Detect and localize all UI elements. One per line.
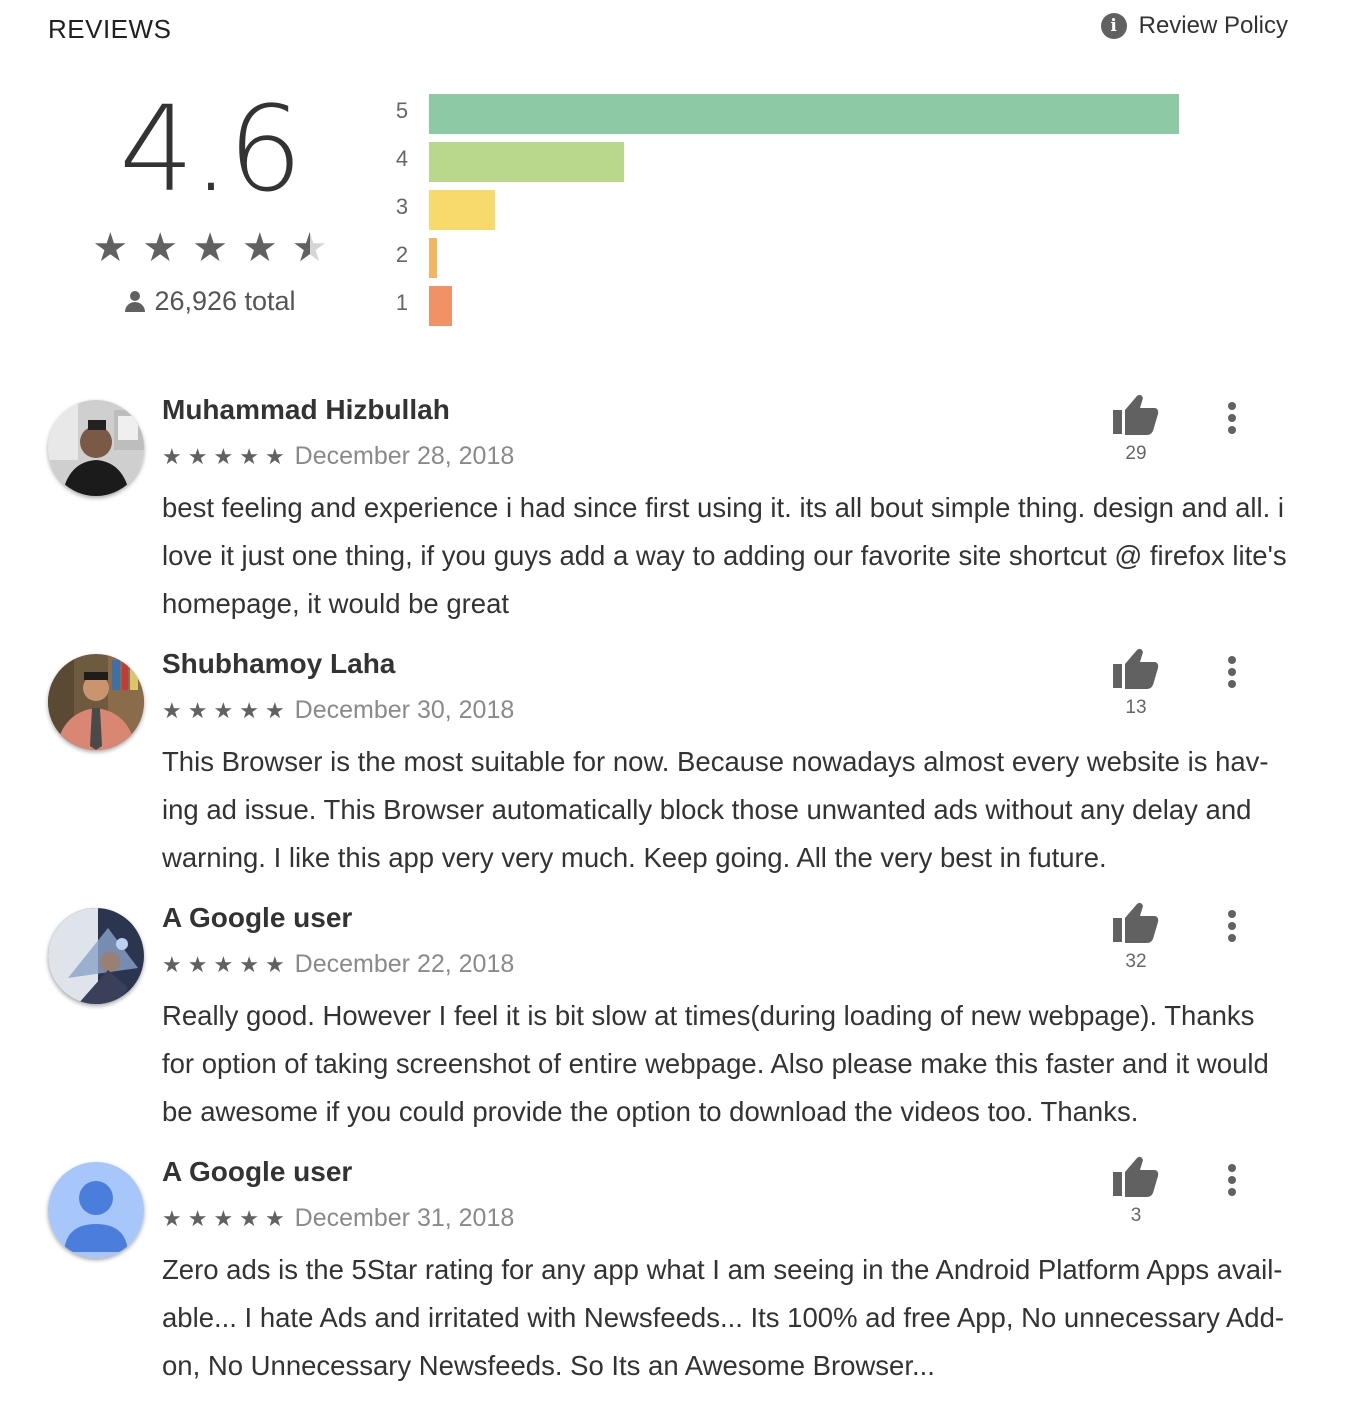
star-icon: ★ — [92, 226, 129, 270]
reviews-heading: REVIEWS — [48, 14, 172, 44]
histogram-star-label: 3 — [395, 194, 409, 219]
helpful-button[interactable]: 32 — [1108, 902, 1164, 973]
helpful-count: 29 — [1125, 443, 1147, 464]
histogram-bar — [429, 190, 495, 230]
star-icon: ★ — [142, 226, 179, 270]
more-options-button[interactable] — [1218, 402, 1246, 442]
total-ratings: 26,926 total — [80, 286, 340, 317]
helpful-button[interactable]: 3 — [1108, 1156, 1164, 1227]
star-icon: ★ — [192, 226, 228, 270]
helpful-count: 3 — [1130, 1205, 1142, 1226]
review-text: best feeling and experience i had since … — [162, 492, 1287, 619]
histogram-star-label: 4 — [395, 146, 409, 171]
histogram-row: 4 — [390, 142, 1190, 190]
star-icon: ★ — [213, 697, 234, 723]
histogram-row: 3 — [390, 190, 1190, 238]
helpful-button[interactable]: 13 — [1108, 648, 1164, 719]
review-meta: ★ ★ ★ ★ ★ December 22, 2018 — [162, 950, 514, 979]
star-icon: ★ — [213, 1205, 234, 1231]
avatar[interactable] — [48, 1162, 144, 1258]
star-icon: ★ — [213, 951, 234, 977]
histogram-row: 1 — [390, 286, 1190, 334]
star-icon: ★ — [239, 443, 259, 469]
star-icon: ★ — [213, 443, 234, 469]
thumbs-up-icon — [1113, 648, 1159, 694]
thumbs-up-icon — [1113, 1156, 1159, 1202]
more-vert-icon — [1228, 1164, 1236, 1172]
star-icon: ★ — [187, 1205, 208, 1231]
star-icon: ★ — [162, 443, 182, 469]
review-date: December 30, 2018 — [294, 696, 515, 724]
half-star-icon: ★ ★ — [291, 226, 328, 270]
reviewer-name[interactable]: A Google user — [162, 902, 352, 934]
histogram-bar — [429, 94, 1179, 134]
thumbs-up-icon — [1113, 394, 1159, 440]
star-icon: ★ — [187, 443, 208, 469]
star-icon: ★ — [162, 697, 182, 723]
histogram-bar — [429, 238, 437, 278]
review-meta: ★ ★ ★ ★ ★ December 30, 2018 — [162, 696, 514, 725]
more-options-button[interactable] — [1218, 1164, 1246, 1204]
star-icon: ★ — [264, 697, 285, 723]
review-date: December 28, 2018 — [294, 442, 515, 470]
histogram-row: 5 — [390, 94, 1190, 142]
star-icon: ★ — [239, 951, 259, 977]
star-icon: ★ — [239, 1205, 259, 1231]
star-icon: ★ — [239, 697, 259, 723]
average-stars: ★ ★ ★ ★ ★ ★ — [80, 228, 340, 268]
review-meta: ★ ★ ★ ★ ★ December 31, 2018 — [162, 1204, 514, 1233]
more-vert-icon — [1228, 910, 1236, 918]
more-options-button[interactable] — [1218, 656, 1246, 696]
avatar[interactable] — [48, 654, 144, 750]
more-vert-icon — [1228, 656, 1236, 664]
average-score: 4.6 — [119, 80, 303, 218]
avatar[interactable] — [48, 908, 144, 1004]
review-meta: ★ ★ ★ ★ ★ December 28, 2018 — [162, 442, 514, 471]
star-icon: ★ — [187, 951, 208, 977]
total-ratings-text: 26,926 total — [154, 286, 296, 316]
star-icon: ★ — [264, 951, 285, 977]
star-icon: ★ — [264, 443, 285, 469]
info-icon: i — [1100, 13, 1127, 39]
avatar[interactable] — [48, 400, 144, 496]
rating-histogram: 5 4 3 2 1 — [390, 94, 1190, 334]
rating-summary: 4.6 ★ ★ ★ ★ ★ ★ 26,926 total — [80, 90, 340, 317]
histogram-star-label: 5 — [395, 98, 409, 123]
helpful-button[interactable]: 29 — [1108, 394, 1164, 465]
review-date: December 22, 2018 — [294, 950, 515, 978]
helpful-count: 13 — [1125, 697, 1147, 718]
histogram-star-label: 1 — [395, 290, 409, 315]
more-vert-icon — [1228, 402, 1236, 410]
histogram-bar — [429, 142, 624, 182]
histogram-row: 2 — [390, 238, 1190, 286]
review-text: Zero ads is the 5Star rating for any app… — [162, 1254, 1285, 1381]
reviewer-name[interactable]: Shubhamoy Laha — [162, 648, 395, 680]
star-icon: ★ — [162, 951, 182, 977]
more-options-button[interactable] — [1218, 910, 1246, 950]
histogram-bar — [429, 286, 452, 326]
reviewer-name[interactable]: A Google user — [162, 1156, 352, 1188]
thumbs-up-icon — [1113, 902, 1159, 948]
helpful-count: 32 — [1125, 951, 1147, 972]
star-icon: ★ — [162, 1205, 182, 1231]
review-date: December 31, 2018 — [294, 1204, 515, 1232]
review-text: Really good. However I feel it is bit sl… — [162, 1000, 1269, 1127]
review-text: This Browser is the most suitable for no… — [162, 746, 1269, 873]
review-policy-label: Review Policy — [1138, 12, 1288, 39]
person-icon — [124, 290, 146, 313]
star-icon: ★ — [187, 697, 208, 723]
star-icon: ★ — [264, 1205, 285, 1231]
reviewer-name[interactable]: Muhammad Hizbullah — [162, 394, 450, 426]
star-icon: ★ — [241, 226, 278, 270]
histogram-star-label: 2 — [395, 242, 409, 267]
review-policy-link[interactable]: i Review Policy — [1100, 12, 1288, 40]
